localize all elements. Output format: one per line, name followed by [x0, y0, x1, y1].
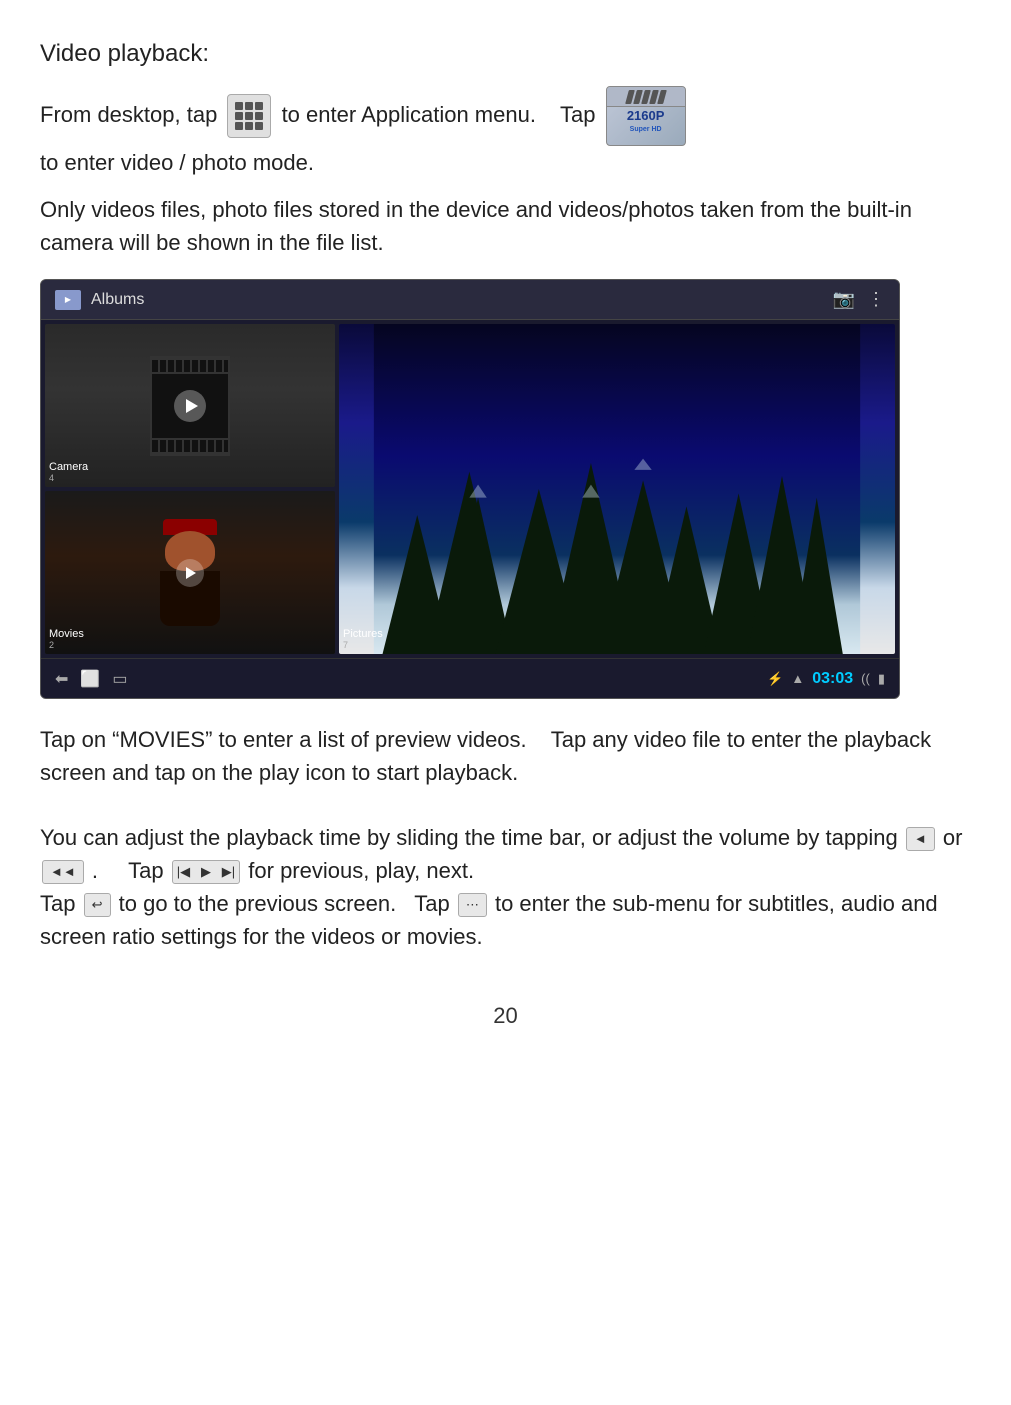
page-title: Video playback:	[40, 40, 971, 68]
page-number-value: 20	[493, 1003, 517, 1028]
paragraph-2: Only videos files, photo files stored in…	[40, 193, 971, 259]
para1-tap: Tap	[560, 102, 595, 127]
para4-tap: Tap	[128, 858, 163, 883]
play-button-overlay	[174, 390, 206, 422]
page-content: Video playback: From desktop, tap to ent…	[40, 40, 971, 1029]
recents-nav-icon: ▭	[112, 669, 127, 689]
para4-line2-before: Tap	[40, 891, 75, 916]
pictures-label-text: Pictures	[343, 628, 383, 640]
superhd-icon: 2160P Super HD	[606, 86, 686, 146]
hd-text-label: 2160P Super HD	[607, 109, 685, 134]
signal-icon: ▲	[791, 671, 804, 686]
para4-or: or	[943, 825, 963, 850]
time-display: 03:03	[812, 670, 853, 688]
volume-down-icon: ◄	[906, 827, 935, 851]
status-right: ⚡ ▲ 03:03 (( ▮	[767, 670, 885, 688]
submenu-icon: ⋯	[458, 893, 487, 917]
usb-icon: ⚡	[767, 671, 783, 687]
prev-play-next-icon: |◀ ▶ ▶|	[172, 860, 240, 884]
spacer	[40, 803, 971, 821]
album-topbar: ▶ Albums 📷 ⋮	[41, 280, 899, 320]
movies-count-val: 2	[49, 640, 54, 650]
prev-screen-icon: ↩	[84, 893, 111, 917]
clapper-top	[607, 87, 685, 107]
camera-label: Camera 4	[49, 461, 88, 483]
album-title: Albums	[91, 291, 144, 309]
para4-for: for previous, play, next.	[248, 858, 474, 883]
battery-icon: ▮	[878, 671, 885, 687]
para1-end: to enter video / photo mode.	[40, 150, 314, 175]
para1-before: From desktop, tap	[40, 102, 217, 127]
camera-count-val: 4	[49, 473, 54, 483]
clapper-lines	[627, 90, 665, 104]
movies-label-text: Movies	[49, 628, 84, 640]
camera-label-text: Camera	[49, 461, 88, 473]
topbar-right-icons: 📷 ⋮	[833, 289, 885, 310]
para2-text: Only videos files, photo files stored in…	[40, 197, 912, 255]
camera-count: 4	[49, 473, 88, 483]
forest-thumbnail: Pictures 7	[339, 324, 895, 654]
person-thumbnail: Movies 2	[45, 491, 335, 654]
film-strip	[150, 356, 230, 456]
home-nav-icon: ⬜	[80, 669, 100, 689]
para4-before: You can adjust the playback time by slid…	[40, 825, 898, 850]
person-play-overlay	[176, 559, 204, 587]
grid-dots	[235, 102, 263, 130]
person-image	[45, 491, 335, 654]
album-screenshot: ▶ Albums 📷 ⋮ Camera	[40, 279, 900, 699]
album-left-column: Camera 4	[45, 324, 335, 654]
more-options-icon: ⋮	[867, 289, 885, 310]
volume-up-icon: ◄◄	[42, 860, 84, 884]
pictures-count-val: 7	[343, 640, 348, 650]
page-number: 20	[40, 1003, 971, 1029]
pictures-label: Pictures 7	[343, 628, 383, 650]
paragraph-3: Tap on “MOVIES” to enter a list of previ…	[40, 723, 971, 789]
camera-thumbnail: Camera 4	[45, 324, 335, 487]
para4-line2-mid: to go to the previous screen.	[119, 891, 397, 916]
camera-top-icon: 📷	[833, 289, 855, 310]
title-text: Video playback:	[40, 40, 209, 67]
album-small-icon: ▶	[55, 290, 81, 310]
para1-after: to enter Application menu.	[282, 102, 536, 127]
pictures-count: 7	[343, 640, 383, 650]
paragraph-4: You can adjust the playback time by slid…	[40, 821, 971, 953]
super-label: Super HD	[630, 126, 662, 133]
album-main-content: Camera 4	[41, 320, 899, 658]
paragraph-1: From desktop, tap to enter Application m…	[40, 86, 971, 179]
wifi-icon: ((	[861, 671, 870, 686]
forest-svg	[339, 324, 895, 654]
para4-line2-tap2: Tap	[414, 891, 449, 916]
app-grid-icon	[227, 94, 271, 138]
album-bottombar: ⬅ ⬜ ▭ ⚡ ▲ 03:03 (( ▮	[41, 658, 899, 698]
movies-count: 2	[49, 640, 84, 650]
camera-thumb-inner	[45, 324, 335, 487]
back-nav-icon: ⬅	[55, 669, 68, 689]
para3-before: Tap on “MOVIES” to enter a list of previ…	[40, 727, 527, 752]
nav-icons: ⬅ ⬜ ▭	[55, 669, 127, 689]
movies-label: Movies 2	[49, 628, 84, 650]
